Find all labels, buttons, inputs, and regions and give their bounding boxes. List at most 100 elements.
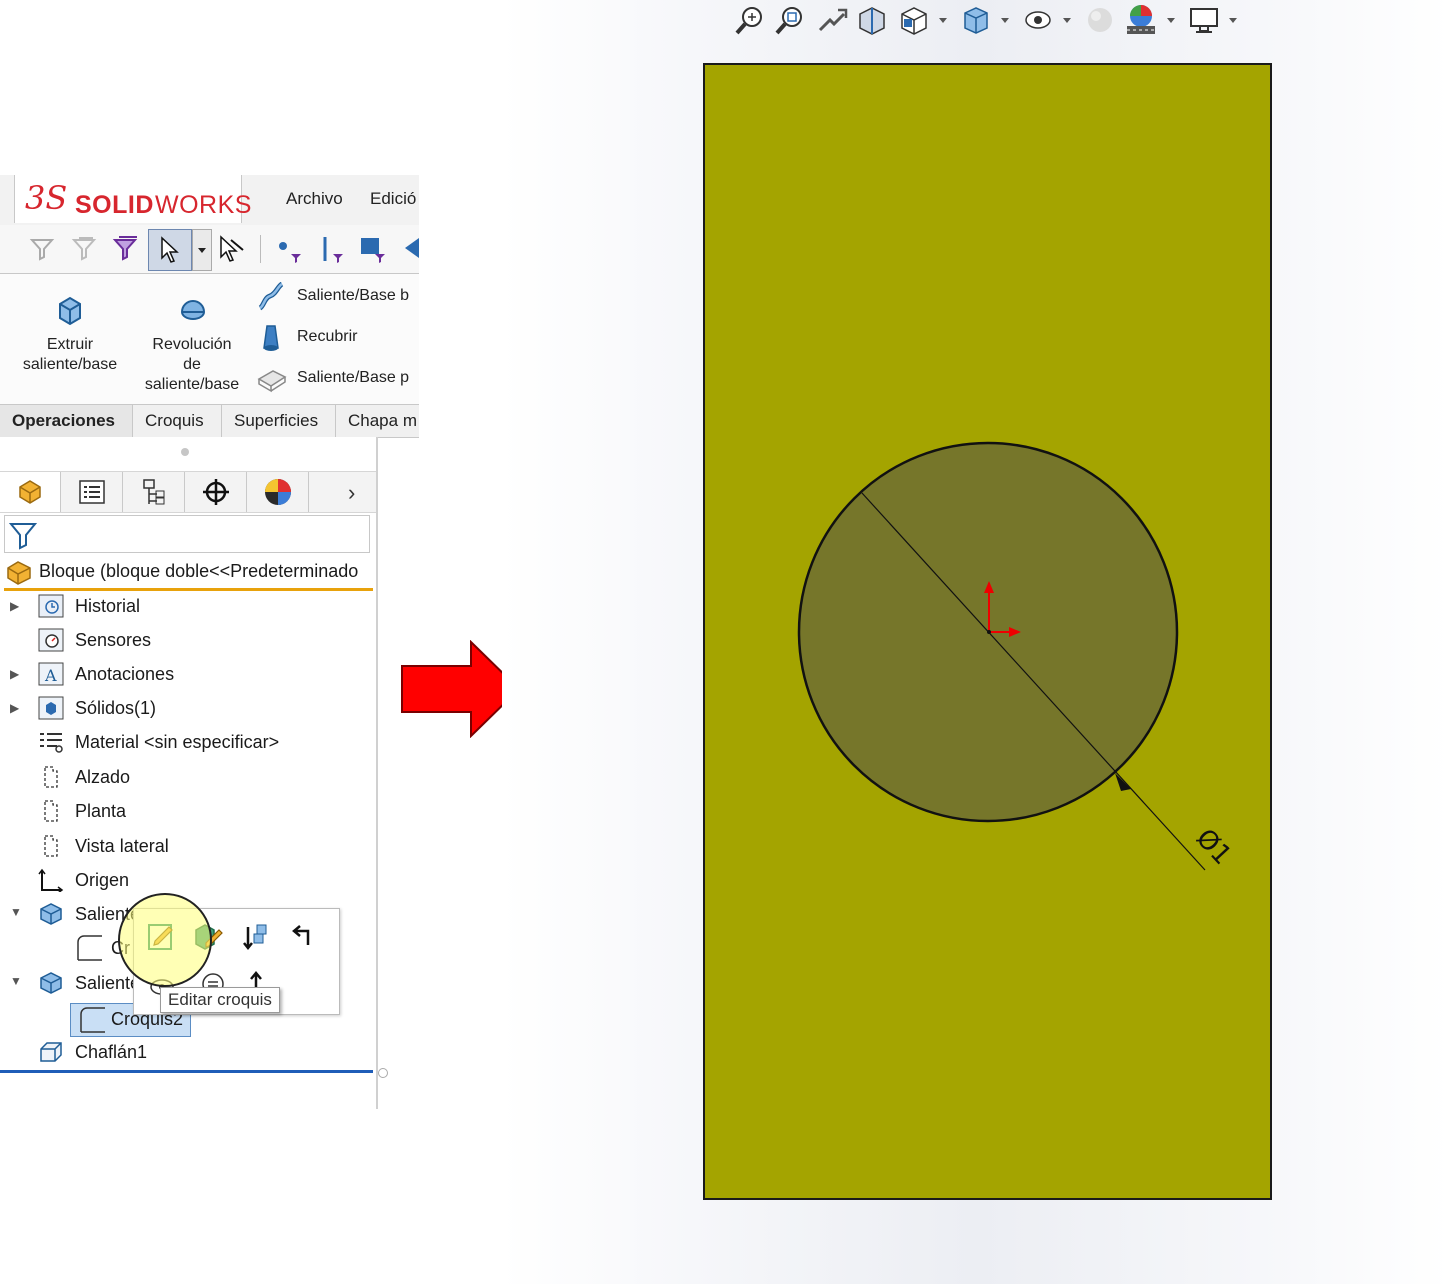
tab-chapa[interactable]: Chapa m: [336, 405, 419, 437]
tree-item-solidos[interactable]: ▶ Sólidos(1): [0, 691, 376, 725]
dropdown-icon[interactable]: [1166, 16, 1176, 24]
tree-item-material[interactable]: Material <sin especificar>: [0, 725, 376, 759]
loft-icon: [263, 325, 279, 351]
view-orientation-icon[interactable]: [898, 4, 930, 36]
rollback-bar[interactable]: [0, 1070, 373, 1073]
funnel-icon: [8, 523, 38, 550]
tree-item-planta[interactable]: Planta: [0, 794, 376, 828]
revolve-boss-button[interactable]: Revolución de saliente/base: [134, 292, 250, 402]
filter-purple-icon[interactable]: [110, 233, 142, 265]
sensor-icon: [38, 628, 64, 652]
extrude-feature-icon: [40, 903, 62, 925]
revolve-icon: [180, 300, 206, 320]
configurationmanager-tab-icon[interactable]: [124, 472, 185, 512]
collapse-icon[interactable]: ▼: [10, 964, 22, 998]
solidworks-logo[interactable]: 3S SOLID WORKS: [14, 175, 251, 223]
dropdown-icon[interactable]: [1228, 16, 1238, 24]
face-filter-icon[interactable]: [356, 233, 388, 265]
tree-item-anotaciones[interactable]: ▶ A Anotaciones: [0, 657, 376, 691]
plane-icon: [44, 800, 58, 822]
previous-view-icon[interactable]: [816, 4, 848, 36]
edit-appearance-icon[interactable]: [1084, 4, 1116, 36]
tree-item-label: Sensores: [75, 630, 152, 650]
tree-item-historial[interactable]: ▶ Historial: [0, 589, 376, 623]
back-arrow-icon: [292, 925, 310, 945]
tree-item-sensores[interactable]: Sensores: [0, 623, 376, 657]
zoom-to-fit-icon[interactable]: [734, 4, 766, 36]
tab-superficies[interactable]: Superficies: [222, 405, 336, 437]
filter-faded-icon[interactable]: [68, 233, 100, 265]
chevron-right-icon[interactable]: ›: [348, 480, 355, 506]
loft-boss-button[interactable]: Recubrir: [256, 323, 419, 353]
dropdown-icon[interactable]: [1000, 16, 1010, 24]
tree-item-vista-lateral[interactable]: Vista lateral: [0, 829, 376, 863]
loft-label: Recubrir: [297, 328, 358, 345]
extrude-boss-button[interactable]: Extruir saliente/base: [10, 292, 130, 392]
material-icon: [40, 733, 63, 753]
display-manager-tab-icon[interactable]: [248, 472, 309, 512]
sweep-label: Saliente/Base b: [297, 287, 410, 304]
section-view-icon[interactable]: [856, 4, 888, 36]
boundary-label: Saliente/Base p: [297, 369, 410, 386]
annotations-icon: A: [38, 662, 64, 686]
toolbar-divider: [260, 235, 261, 263]
selection-filter-toolbar: [0, 225, 419, 274]
dropdown-icon[interactable]: [938, 16, 948, 24]
parent-child-button[interactable]: [288, 921, 322, 957]
sketch-icon: [77, 935, 102, 961]
dimension-text[interactable]: Ø1: [1190, 823, 1237, 871]
rollback-button[interactable]: [240, 921, 274, 957]
feature-manager-tabs: ›: [0, 471, 376, 513]
dimxpert-tab-icon[interactable]: [186, 472, 247, 512]
swept-boss-button[interactable]: Saliente/Base b: [256, 282, 419, 312]
select-other-icon[interactable]: [216, 233, 248, 265]
solid-bodies-icon: [38, 696, 64, 720]
collapse-icon[interactable]: ▼: [10, 895, 22, 929]
display-style-icon[interactable]: [960, 4, 992, 36]
plane-icon: [44, 835, 58, 857]
dropdown-icon[interactable]: [1062, 16, 1072, 24]
apply-scene-icon[interactable]: [1124, 2, 1158, 36]
sketch-icon: [80, 1007, 105, 1033]
tree-item-chaflan1[interactable]: Chaflán1: [0, 1035, 376, 1069]
propertymanager-tab-icon[interactable]: [62, 472, 123, 512]
dropdown-icon[interactable]: [192, 229, 212, 271]
tab-operaciones[interactable]: Operaciones: [0, 405, 133, 437]
part-icon: [7, 561, 31, 585]
zoom-to-area-icon[interactable]: [774, 4, 806, 36]
menu-archivo[interactable]: Archivo: [286, 189, 343, 209]
panel-scroll-handle[interactable]: [378, 1068, 388, 1078]
menu-edicion[interactable]: Edició: [370, 189, 416, 209]
sweep-icon: [258, 282, 284, 311]
extrude-feature-icon: [40, 972, 62, 994]
view-settings-icon[interactable]: [1188, 4, 1220, 36]
filter-icon[interactable]: [26, 233, 58, 265]
featuremanager-tab-icon[interactable]: [0, 472, 61, 512]
extrude-label-2: saliente/base: [22, 356, 118, 373]
tree-item-alzado[interactable]: Alzado: [0, 760, 376, 794]
tree-filter-box[interactable]: [4, 515, 370, 553]
point-filter-icon[interactable]: [272, 233, 304, 265]
heads-up-view-toolbar: [732, 0, 1252, 40]
boundary-boss-button[interactable]: Saliente/Base p: [256, 363, 419, 393]
hide-show-items-icon[interactable]: [1022, 4, 1054, 36]
tree-item-label: Material <sin especificar>: [75, 732, 280, 752]
edit-sketch-tooltip: Editar croquis: [160, 987, 280, 1013]
select-arrow-icon[interactable]: [148, 229, 192, 271]
plane-icon: [44, 766, 58, 788]
rollback-icon: [243, 924, 267, 951]
part-root-node[interactable]: Bloque (bloque doble<<Predeterminado: [0, 554, 376, 588]
tab-croquis[interactable]: Croquis: [133, 405, 222, 437]
extrude-label-1: Extruir: [46, 336, 94, 353]
expand-icon[interactable]: ▶: [10, 691, 19, 725]
revolve-label-2: de: [183, 356, 201, 373]
more-filter-icon[interactable]: [398, 233, 419, 265]
ds-logo-mark: 3S: [25, 179, 68, 217]
expand-icon[interactable]: ▶: [10, 589, 19, 623]
splitter-handle[interactable]: [181, 448, 189, 456]
command-manager-tabs: Operaciones Croquis Superficies Chapa m: [0, 404, 419, 438]
tree-item-origen[interactable]: Origen: [0, 863, 376, 897]
expand-icon[interactable]: ▶: [10, 657, 19, 691]
line-filter-icon[interactable]: [314, 233, 346, 265]
dimension-arrowhead: [1115, 773, 1131, 791]
